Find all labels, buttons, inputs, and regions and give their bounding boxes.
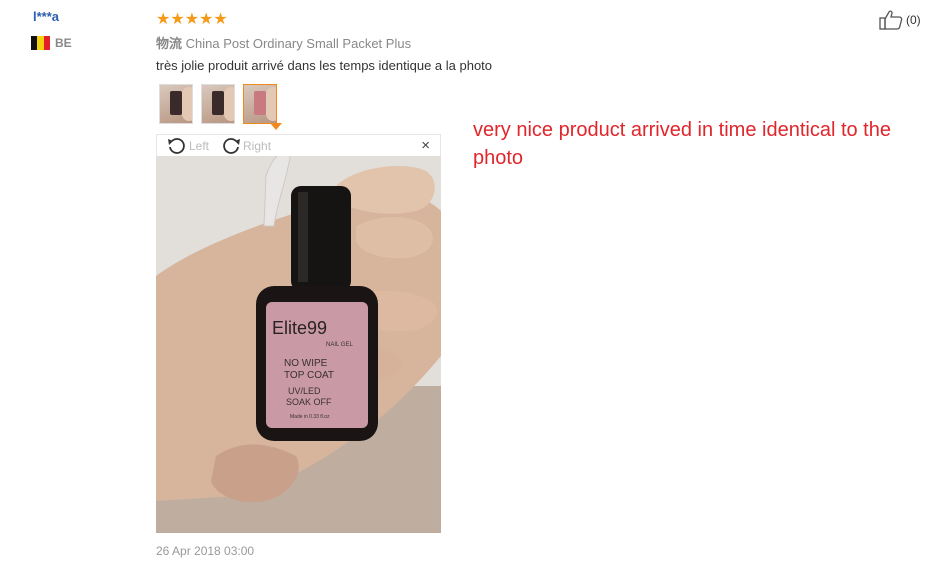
label-line4: SOAK OFF — [286, 397, 332, 407]
shipping-method: China Post Ordinary Small Packet Plus — [185, 36, 412, 51]
review-text: très jolie produit arrivé dans les temps… — [156, 58, 493, 73]
selected-thumbnail-caret — [270, 123, 282, 130]
review-translation: very nice product arrived in time identi… — [473, 119, 891, 169]
review-date: 26 Apr 2018 03:00 — [156, 544, 255, 558]
photo-viewer: Left Right × Elite99 NAIL GEL NO WIPE TO… — [156, 134, 441, 533]
review-photo: Elite99 NAIL GEL NO WIPE TOP COAT UV/LED… — [156, 156, 441, 533]
photo-thumbnail[interactable] — [201, 84, 235, 124]
label-line1: NO WIPE — [284, 358, 328, 369]
viewer-toolbar: Left Right × — [156, 134, 441, 156]
label-line3: UV/LED — [288, 386, 321, 396]
country-code: BE — [55, 36, 72, 50]
rotate-right-icon — [223, 137, 241, 154]
rotate-left-button[interactable]: Left — [167, 137, 209, 155]
shipping-info: 物流 China Post Ordinary Small Packet Plus — [156, 33, 411, 52]
shipping-label: 物流 — [156, 36, 183, 51]
reviewer-name: l***a — [33, 9, 60, 24]
label-brand: Elite99 — [272, 318, 327, 338]
label-sub: NAIL GEL — [326, 342, 353, 348]
label-line2: TOP COAT — [284, 370, 334, 381]
rotate-right-button[interactable]: Right — [221, 137, 271, 155]
photo-thumbnail[interactable] — [159, 84, 193, 124]
star-rating: ★★★★★ — [156, 11, 228, 28]
thumbs-up-icon — [879, 10, 903, 30]
reviewer-country: BE — [31, 36, 72, 50]
photo-thumbnails — [159, 84, 277, 124]
rotate-left-label: Left — [189, 138, 210, 153]
close-icon[interactable]: × — [421, 137, 430, 154]
like-count: (0) — [906, 13, 921, 27]
like-button[interactable]: (0) — [879, 10, 921, 30]
belgium-flag-icon — [31, 36, 50, 50]
nail-polish-photo: Elite99 NAIL GEL NO WIPE TOP COAT UV/LED… — [156, 156, 441, 533]
rotate-right-label: Right — [243, 138, 272, 153]
rotate-left-icon — [168, 137, 185, 154]
photo-thumbnail-selected[interactable] — [243, 84, 277, 124]
label-small: Made in 0.33 fl.oz — [290, 414, 330, 420]
